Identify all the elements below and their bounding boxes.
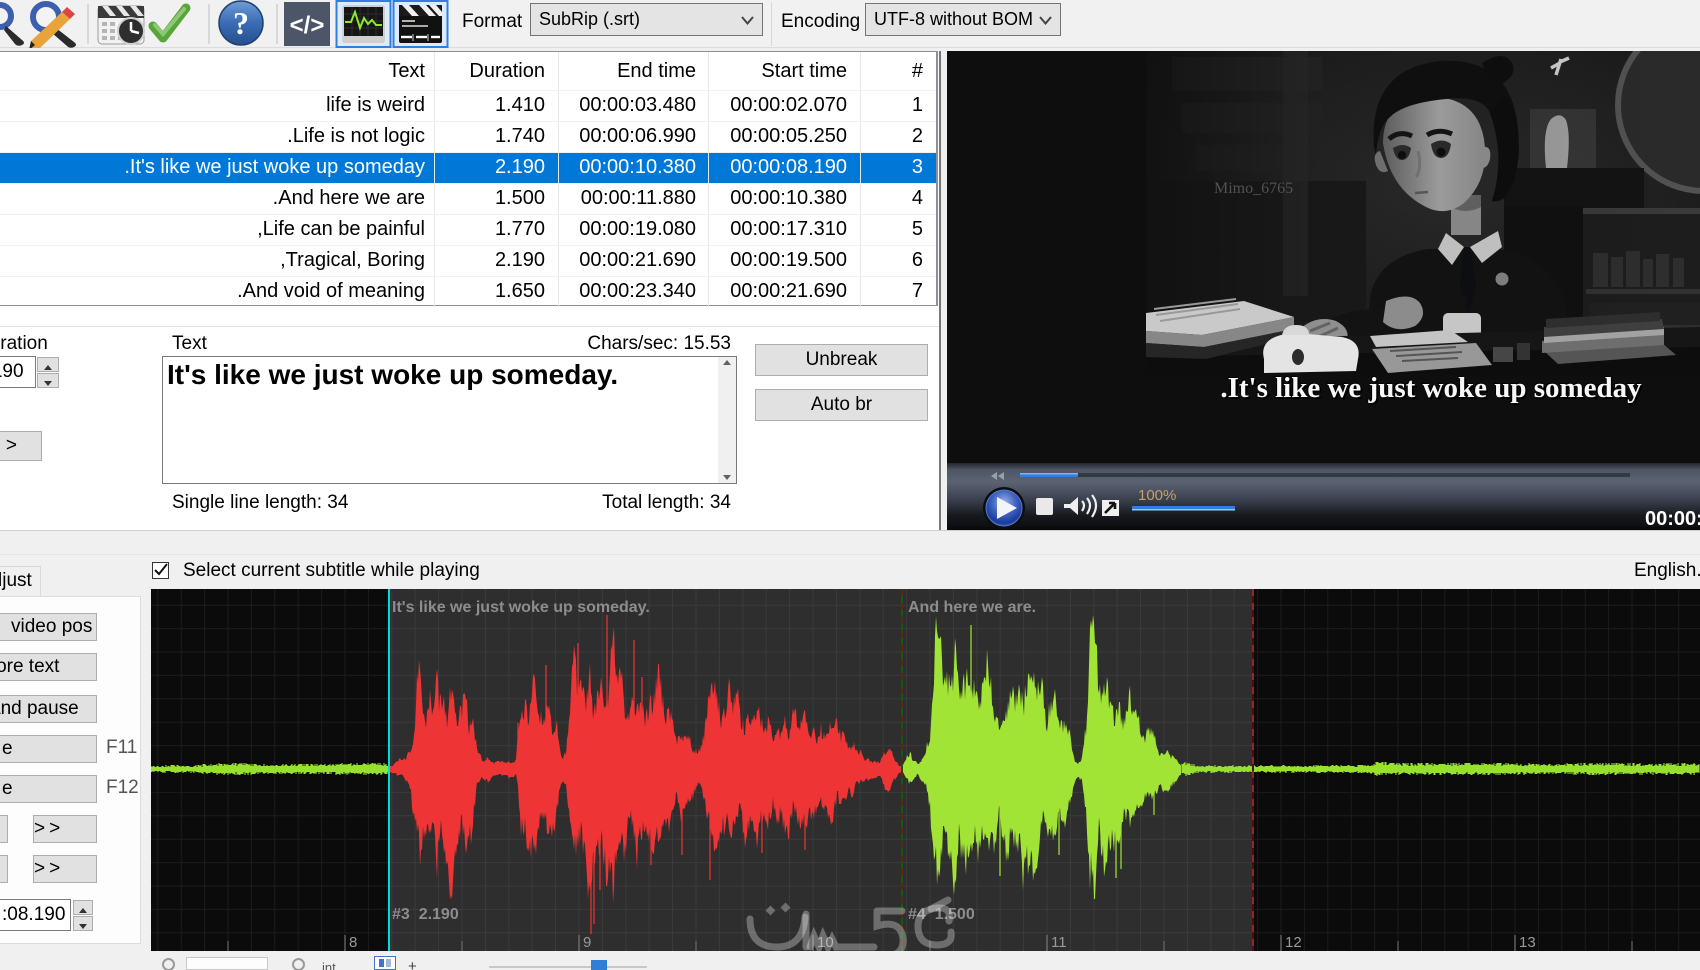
svg-text:13: 13 [1519,934,1536,951]
svg-text:</>: </> [290,12,325,39]
svg-text:8: 8 [349,934,357,951]
svg-text:It's like we just woke up some: It's like we just woke up someday. [392,599,650,616]
svg-text:100%: 100% [1138,487,1176,504]
svg-text:9: 9 [583,934,591,951]
svg-text:?: ? [233,5,249,41]
svg-text:And here we are.: And here we are. [908,599,1036,616]
svg-text:12: 12 [1285,934,1302,951]
svg-text:11: 11 [1051,934,1067,951]
svg-text:#3 2.190: #3 2.190 [392,906,459,923]
svg-text:Mimo_6765: Mimo_6765 [1214,180,1293,197]
